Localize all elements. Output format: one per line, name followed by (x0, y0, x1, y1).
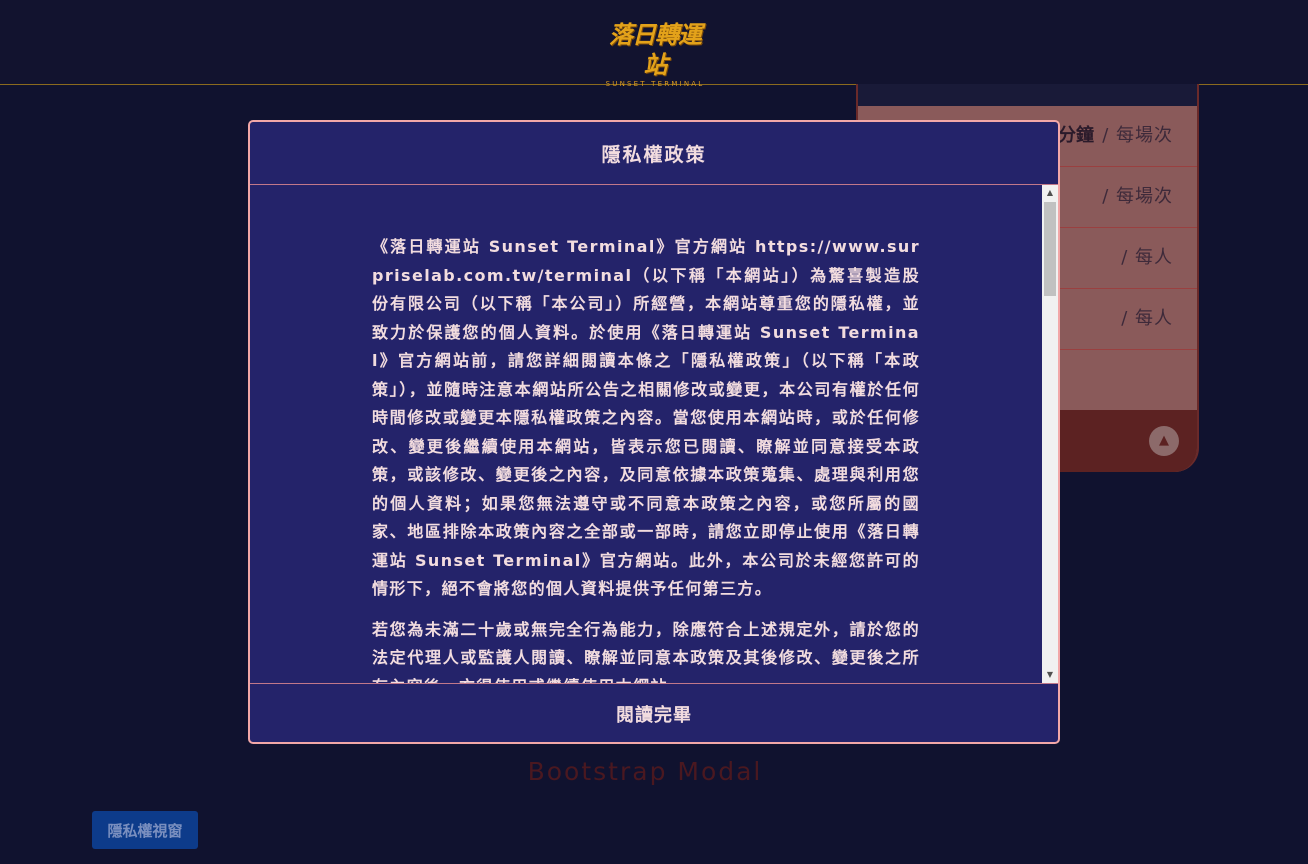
modal-body[interactable]: 《落日轉運站 Sunset Terminal》官方網站 https://www.… (250, 185, 1058, 683)
policy-paragraph: 若您為未滿二十歲或無完全行為能力，除應符合上述規定外，請於您的法定代理人或監護人… (372, 619, 920, 684)
policy-paragraph: 《落日轉運站 Sunset Terminal》官方網站 https://www.… (372, 237, 920, 598)
read-complete-label: 閱讀完畢 (616, 705, 692, 726)
privacy-policy-modal: 隱私權政策 《落日轉運站 Sunset Terminal》官方網站 https:… (248, 120, 1060, 744)
policy-text: 《落日轉運站 Sunset Terminal》官方網站 https://www.… (372, 233, 920, 683)
modal-scrollbar[interactable]: ▲ ▼ (1042, 185, 1058, 683)
modal-title: 隱私權政策 (601, 143, 707, 166)
scroll-up-arrow-icon[interactable]: ▲ (1042, 185, 1058, 201)
page: 落日轉運站 SUNSET TERMINAL 分鐘 / 每場次 / 每場次 / 每… (0, 0, 1308, 864)
scrollbar-thumb[interactable] (1044, 202, 1056, 296)
scroll-down-arrow-icon[interactable]: ▼ (1042, 667, 1058, 683)
modal-header: 隱私權政策 (250, 122, 1058, 185)
read-complete-button[interactable]: 閱讀完畢 (250, 683, 1058, 742)
